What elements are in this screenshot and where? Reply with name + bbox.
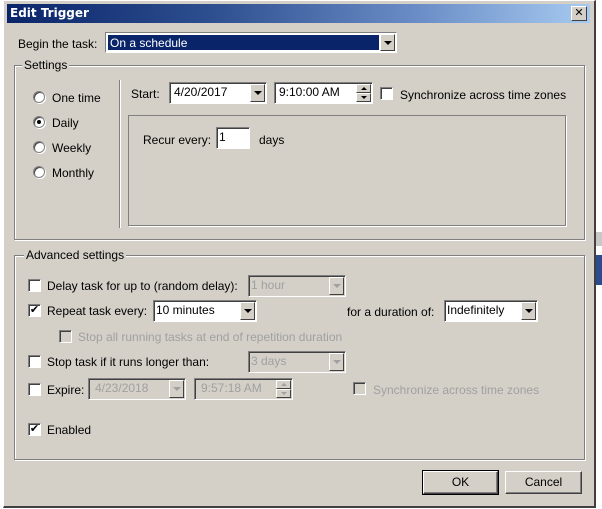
- expire-sync-label[interactable]: Synchronize across time zones: [373, 383, 539, 397]
- begin-task-value: On a schedule: [110, 36, 188, 50]
- begin-task-label: Begin the task:: [18, 37, 98, 51]
- background-window-part: [596, 255, 602, 285]
- repeat-interval-value: 10 minutes: [156, 303, 215, 317]
- sync-timezones-checkbox[interactable]: [380, 87, 393, 100]
- radio-monthly-label[interactable]: Monthly: [52, 166, 94, 180]
- enabled-checkbox[interactable]: ✔: [28, 423, 41, 436]
- duration-select[interactable]: Indefinitely: [444, 300, 538, 322]
- chevron-down-icon[interactable]: [521, 302, 536, 320]
- radio-monthly[interactable]: [33, 166, 45, 178]
- chevron-down-icon[interactable]: [380, 34, 395, 51]
- spin-down-icon[interactable]: [276, 389, 291, 398]
- expire-label[interactable]: Expire:: [47, 383, 84, 397]
- check-icon: ✔: [29, 304, 40, 316]
- stop-task-label[interactable]: Stop task if it runs longer than:: [47, 355, 209, 369]
- spin-up-icon[interactable]: [276, 380, 291, 389]
- start-time-value: 9:10:00 AM: [279, 85, 340, 99]
- close-icon: ✕: [574, 7, 584, 19]
- delay-task-value: 1 hour: [251, 278, 286, 292]
- background-window-right: [596, 0, 602, 509]
- expire-sync-checkbox[interactable]: [353, 382, 366, 395]
- recur-unit-label: days: [259, 133, 285, 147]
- close-button[interactable]: ✕: [571, 6, 587, 21]
- expire-date-picker[interactable]: 4/23/2018: [88, 378, 186, 400]
- start-date-value: 4/20/2017: [174, 85, 228, 99]
- advanced-settings-title: Advanced settings: [24, 248, 127, 262]
- recur-every-value: 1: [219, 130, 226, 144]
- settings-divider: [119, 80, 121, 228]
- repeat-task-checkbox[interactable]: ✔: [28, 304, 41, 317]
- repeat-interval-select[interactable]: 10 minutes: [153, 300, 257, 322]
- title-bar[interactable]: Edit Trigger ✕: [7, 4, 590, 23]
- chevron-down-icon[interactable]: [240, 302, 255, 320]
- radio-daily-label[interactable]: Daily: [52, 116, 79, 130]
- calendar-dropdown-icon[interactable]: [250, 84, 265, 102]
- start-date-picker[interactable]: 4/20/2017: [169, 82, 267, 104]
- expire-time-picker[interactable]: 9:57:18 AM: [194, 378, 293, 400]
- cancel-button[interactable]: Cancel: [505, 471, 582, 494]
- stop-all-tasks-checkbox[interactable]: [59, 330, 72, 343]
- expire-date-value: 4/23/2018: [95, 381, 149, 395]
- check-icon: ✔: [29, 423, 40, 435]
- calendar-dropdown-icon[interactable]: [169, 380, 184, 398]
- delay-task-select[interactable]: 1 hour: [248, 275, 346, 297]
- chevron-down-icon[interactable]: [329, 353, 344, 371]
- begin-task-selected: On a schedule: [108, 35, 379, 50]
- expire-time-spinner[interactable]: [276, 380, 291, 398]
- duration-value: Indefinitely: [447, 303, 505, 317]
- dialog-title: Edit Trigger: [10, 6, 89, 20]
- spin-down-icon[interactable]: [356, 93, 371, 102]
- stop-all-tasks-label[interactable]: Stop all running tasks at end of repetit…: [78, 330, 342, 344]
- settings-group-title: Settings: [22, 58, 70, 72]
- radio-daily[interactable]: [33, 116, 45, 128]
- expire-checkbox[interactable]: [28, 383, 41, 396]
- ok-button[interactable]: OK: [422, 470, 499, 495]
- sync-timezones-label[interactable]: Synchronize across time zones: [400, 88, 566, 102]
- stop-task-value: 3 days: [251, 354, 287, 368]
- start-time-picker[interactable]: 9:10:00 AM: [274, 82, 373, 104]
- start-label: Start:: [131, 87, 160, 101]
- recur-every-label: Recur every:: [143, 133, 212, 147]
- delay-task-label[interactable]: Delay task for up to (random delay):: [47, 279, 238, 293]
- stop-task-select[interactable]: 3 days: [248, 351, 346, 373]
- start-time-spinner[interactable]: [356, 84, 371, 102]
- background-window-part: [596, 232, 602, 246]
- spin-up-icon[interactable]: [356, 84, 371, 93]
- radio-one-time[interactable]: [33, 91, 45, 103]
- repeat-task-label[interactable]: Repeat task every:: [47, 304, 147, 318]
- enabled-label[interactable]: Enabled: [47, 423, 91, 437]
- recurrence-panel: [128, 115, 566, 226]
- recur-every-input[interactable]: 1: [216, 127, 250, 149]
- radio-weekly-label[interactable]: Weekly: [52, 141, 91, 155]
- duration-label: for a duration of:: [347, 305, 435, 319]
- begin-task-select[interactable]: On a schedule: [105, 32, 397, 53]
- delay-task-checkbox[interactable]: [28, 279, 41, 292]
- expire-time-value: 9:57:18 AM: [201, 381, 262, 395]
- stop-task-checkbox[interactable]: [28, 355, 41, 368]
- radio-weekly[interactable]: [33, 141, 45, 153]
- radio-one-time-label[interactable]: One time: [52, 91, 101, 105]
- chevron-down-icon[interactable]: [329, 277, 344, 295]
